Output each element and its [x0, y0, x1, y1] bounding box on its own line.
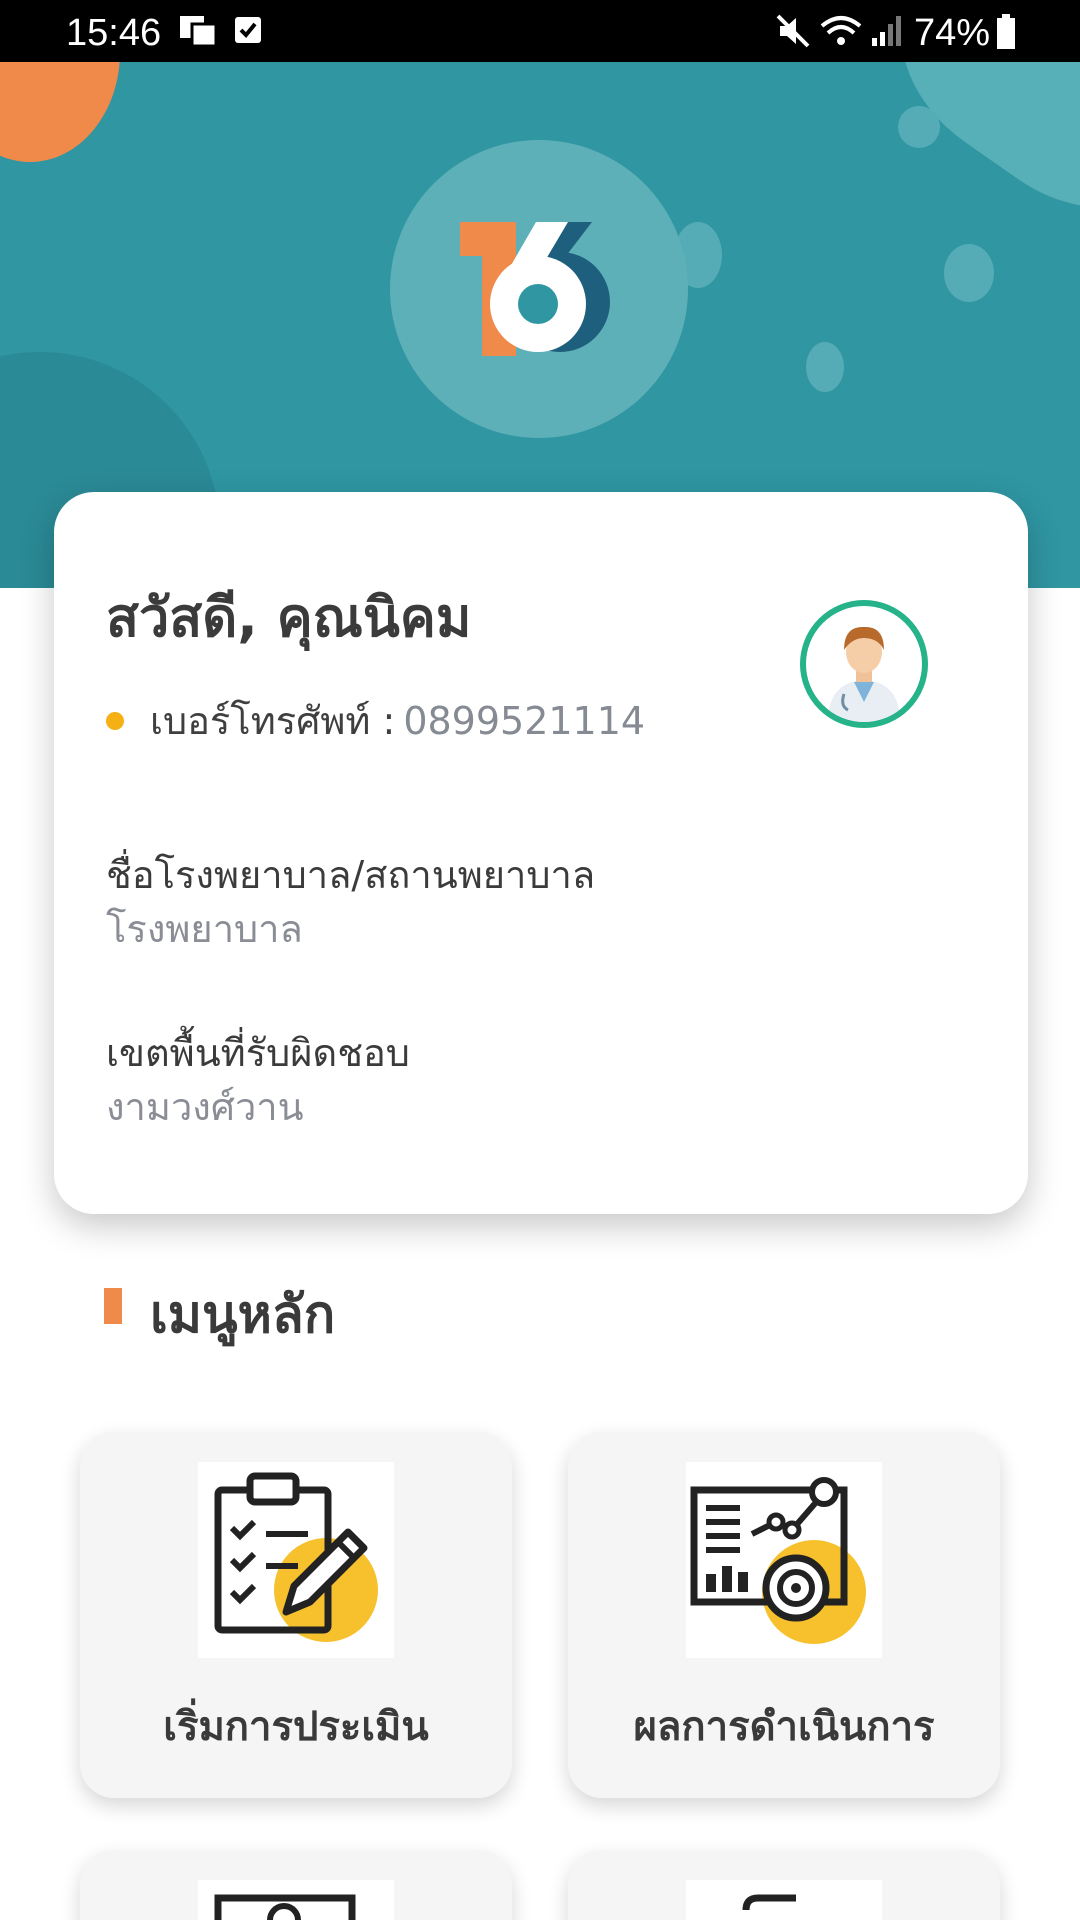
profile-card: สวัสดี, คุณนิคม เบอร์โทรศัพท์ : 08995211…: [54, 492, 1028, 1214]
greeting-text: สวัสดี, คุณนิคม: [106, 586, 472, 649]
menu-item-results[interactable]: ผลการดำเนินการ: [568, 1432, 1000, 1798]
menu-item-label: ผลการดำเนินการ: [633, 1704, 935, 1750]
decor-dot: [806, 342, 844, 392]
hospital-label: ชื่อโรงพยาบาล/สถานพยาบาล: [106, 853, 596, 897]
sim-card-icon: [180, 16, 218, 48]
menu-item-4[interactable]: [568, 1850, 1000, 1920]
menu-icon-box: [686, 1880, 882, 1920]
area-label: เขตพื้นที่รับผิดชอบ: [106, 1031, 410, 1075]
menu-item-start-assessment[interactable]: เริ่มการประเมิน: [80, 1432, 512, 1798]
area-value: งามวงศ์วาน: [106, 1085, 304, 1129]
battery-percent: 74%: [914, 12, 991, 54]
menu-item-label: เริ่มการประเมิน: [163, 1704, 429, 1750]
menu-icon-box: [198, 1462, 394, 1658]
decor-orange-blob: [0, 62, 120, 162]
phone-label: เบอร์โทรศัพท์ :: [150, 699, 396, 743]
main-menu-title: เมนูหลัก: [150, 1285, 336, 1345]
analytics-report-icon: [690, 1477, 866, 1644]
signal-icon: [872, 16, 901, 46]
decor-blob: [860, 62, 1080, 253]
status-bar: 15:46 74%: [0, 0, 1080, 62]
doctor-avatar-icon[interactable]: [800, 600, 928, 728]
checkbox-notification-icon: [235, 17, 261, 43]
hospital-value: โรงพยาบาล: [106, 907, 303, 951]
bullet-dot-icon: [106, 711, 124, 730]
document-icon: [742, 1894, 796, 1911]
section-accent-bar: [104, 1288, 122, 1324]
mute-icon: [776, 14, 810, 48]
id-card-icon: [214, 1894, 356, 1920]
decor-dot: [944, 244, 994, 302]
status-time: 15:46: [66, 12, 162, 54]
battery-icon: [997, 14, 1015, 49]
menu-item-3[interactable]: [80, 1850, 512, 1920]
phone-value: 0899521114: [403, 698, 646, 743]
decor-dot: [898, 106, 940, 148]
app-logo: [460, 222, 610, 356]
clipboard-checklist-icon: [214, 1472, 378, 1642]
menu-icon-box: [686, 1462, 882, 1658]
menu-icon-box: [198, 1880, 394, 1920]
phone-row: เบอร์โทรศัพท์ : 0899521114: [106, 690, 645, 751]
wifi-icon: [820, 16, 862, 45]
